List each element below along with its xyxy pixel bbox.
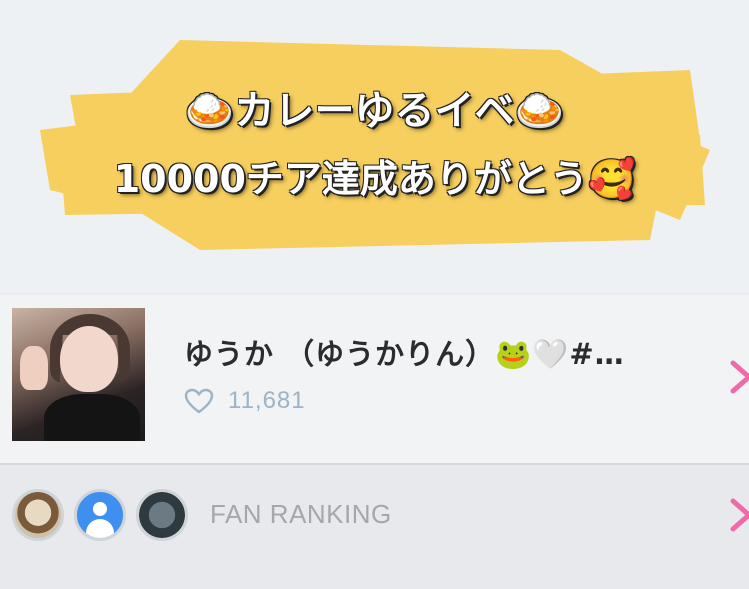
likes-row: 11,681	[184, 387, 306, 415]
avatar-face	[60, 326, 118, 392]
banner-title-line-2: 10000チア達成ありがとう🥰	[113, 157, 636, 201]
chevron-right-icon[interactable]	[727, 357, 749, 397]
chevron-right-icon[interactable]	[727, 495, 749, 535]
profile-card[interactable]: ゆうか （ゆうかりん）🐸🤍#… 11,681	[0, 295, 749, 463]
avatar-clothing	[44, 394, 140, 441]
avatar-hand	[20, 346, 48, 390]
yellow-highlight-scribble	[40, 40, 710, 250]
default-user-icon-head	[93, 502, 107, 516]
event-banner: 🍛カレーゆるイベ🍛 10000チア達成ありがとう🥰	[0, 0, 749, 292]
profile-avatar[interactable]	[12, 308, 145, 441]
profile-name[interactable]: ゆうか （ゆうかりん）🐸🤍#…	[184, 331, 625, 373]
fan-ranking-row[interactable]: FAN RANKING	[0, 465, 749, 589]
fan-avatar-3[interactable]	[136, 489, 188, 541]
default-user-icon-body	[86, 519, 114, 538]
heart-outline-icon	[184, 388, 214, 414]
fan-ranking-label: FAN RANKING	[210, 499, 392, 529]
likes-count: 11,681	[228, 387, 306, 414]
fan-avatar-1[interactable]	[12, 489, 64, 541]
banner-title-line-1: 🍛カレーゆるイベ🍛	[184, 88, 565, 134]
fan-avatar-default[interactable]	[74, 489, 126, 541]
